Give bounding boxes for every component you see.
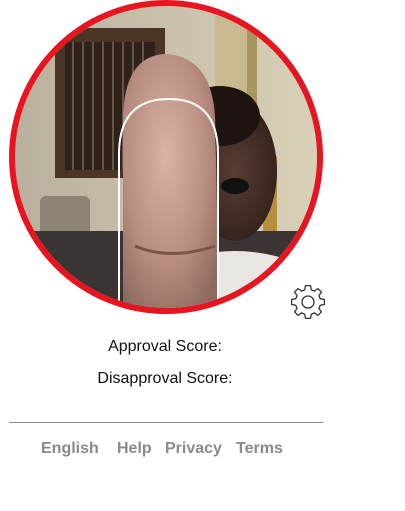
settings-button[interactable] [290,284,326,320]
divider [9,422,323,423]
footer-link-privacy[interactable]: Privacy [165,440,222,458]
footer-link-terms[interactable]: Terms [236,440,283,458]
approval-score-label: Approval Score: [108,338,222,355]
gear-icon [290,284,326,320]
camera-ring [9,0,323,314]
camera-feed [15,6,317,308]
camera-image [15,6,317,308]
disapproval-score-label: Disapproval Score: [97,370,233,387]
footer-link-help[interactable]: Help [117,440,152,458]
page: Approval Score: Disapproval Score: Engli… [0,0,405,511]
footer-links: English Help Privacy Terms [0,440,405,460]
footer-link-english[interactable]: English [41,440,99,458]
